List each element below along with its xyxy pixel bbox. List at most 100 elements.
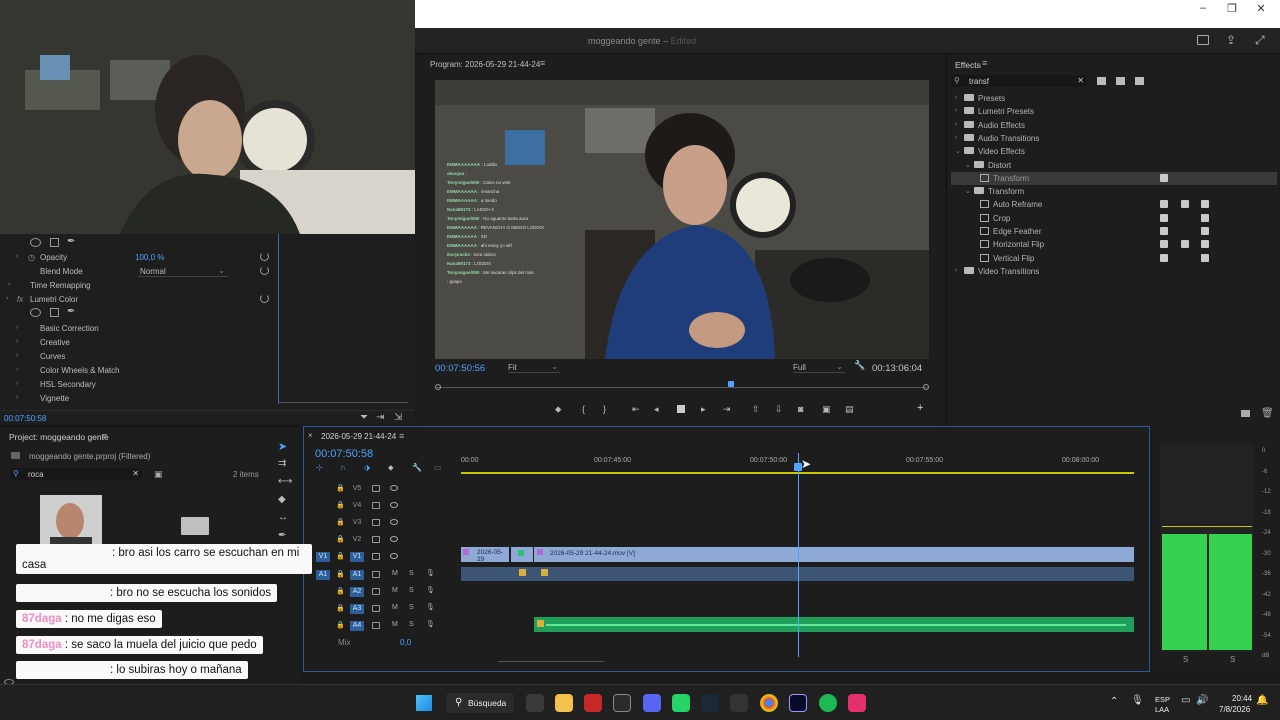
fullscreen-icon[interactable]: ⤢ bbox=[1255, 33, 1265, 48]
solo-button-left[interactable]: S bbox=[1183, 655, 1188, 664]
ellipse-mask-icon[interactable] bbox=[30, 308, 41, 317]
workspace-icon[interactable] bbox=[1197, 35, 1209, 45]
reset-icon[interactable] bbox=[260, 252, 269, 261]
tiktok-icon[interactable] bbox=[848, 694, 866, 712]
reset-icon[interactable] bbox=[260, 266, 269, 275]
app-icon[interactable] bbox=[584, 694, 602, 712]
lock-icon[interactable]: 🔒 bbox=[336, 501, 345, 509]
lock-icon[interactable]: 🔒 bbox=[336, 570, 345, 578]
mute-button[interactable]: M bbox=[392, 604, 398, 611]
add-button-icon[interactable]: + bbox=[917, 402, 923, 414]
step-forward-icon[interactable]: ▸ bbox=[701, 404, 706, 415]
safe-margins-icon[interactable]: ▤ bbox=[845, 404, 854, 415]
pen-tool-icon[interactable]: ✒ bbox=[278, 530, 286, 541]
lumetri-section[interactable]: › Basic Correction bbox=[0, 322, 275, 335]
expand-icon[interactable]: › bbox=[16, 366, 18, 373]
close-button[interactable]: ✕ bbox=[1251, 2, 1271, 16]
razor-icon[interactable]: ◆ bbox=[278, 494, 286, 505]
solo-button[interactable]: S bbox=[409, 587, 414, 594]
solo-button[interactable]: S bbox=[409, 604, 414, 611]
sync-lock-icon[interactable] bbox=[372, 553, 380, 560]
track-name[interactable]: A3 bbox=[350, 604, 364, 614]
yuv-filter-icon[interactable] bbox=[1135, 77, 1144, 85]
program-playhead[interactable] bbox=[728, 381, 735, 387]
discord-icon[interactable] bbox=[643, 694, 661, 712]
minimize-button[interactable]: – bbox=[1193, 2, 1213, 16]
sync-lock-icon[interactable] bbox=[372, 485, 380, 492]
audio-clip-a4[interactable] bbox=[534, 617, 1134, 632]
clear-search-icon[interactable]: ✕ bbox=[132, 469, 139, 478]
track-name[interactable]: V5 bbox=[350, 484, 364, 494]
project-tab[interactable]: Project: moggeando gente bbox=[9, 432, 109, 442]
effects-tree-item[interactable]: › Presets bbox=[951, 92, 1277, 105]
chevron-down-icon[interactable]: ⌄ bbox=[965, 161, 971, 169]
windows-start-icon[interactable] bbox=[416, 695, 432, 711]
lock-icon[interactable]: 🔒 bbox=[336, 621, 345, 629]
mute-button[interactable]: M bbox=[392, 621, 398, 628]
timeline-playhead[interactable] bbox=[798, 453, 799, 657]
effects-tree-item[interactable]: › Video Transitions bbox=[951, 265, 1277, 278]
lock-icon[interactable]: 🔒 bbox=[336, 604, 345, 612]
sync-lock-icon[interactable] bbox=[372, 502, 380, 509]
wrench-icon[interactable]: 🔧 bbox=[412, 463, 422, 472]
lumetri-row[interactable]: › fx Lumetri Color bbox=[0, 293, 275, 306]
epic-games-icon[interactable] bbox=[730, 694, 748, 712]
camera-icon[interactable]: ◙ bbox=[798, 404, 803, 414]
eye-icon[interactable] bbox=[390, 502, 398, 508]
export-frame-icon[interactable]: ⇲ bbox=[394, 412, 402, 423]
eye-icon[interactable] bbox=[390, 519, 398, 525]
clear-search-icon[interactable]: ✕ bbox=[1077, 76, 1084, 85]
spotify-icon[interactable] bbox=[819, 694, 837, 712]
sync-lock-icon[interactable] bbox=[372, 605, 380, 612]
comparison-icon[interactable]: ▣ bbox=[822, 404, 831, 415]
chevron-right-icon[interactable]: › bbox=[955, 94, 957, 101]
audio-track-header[interactable]: 🔒 A4 M S 🎙 bbox=[304, 618, 459, 634]
microphone-icon[interactable]: 🎙 bbox=[426, 603, 435, 611]
track-name[interactable]: A2 bbox=[350, 587, 364, 597]
lumetri-section[interactable]: › Color Wheels & Match bbox=[0, 364, 275, 377]
microphone-icon[interactable]: 🎙 bbox=[426, 586, 435, 594]
taskbar-search[interactable]: ⚲ Búsqueda bbox=[446, 693, 514, 713]
ec-scrollbar[interactable] bbox=[278, 402, 408, 403]
resolution-select[interactable]: Full ⌄ bbox=[793, 361, 845, 373]
premiere-icon[interactable] bbox=[789, 694, 807, 712]
filter-icon[interactable]: ⏷ bbox=[360, 412, 368, 423]
go-to-in-icon[interactable]: ⇤ bbox=[632, 404, 640, 415]
track-name[interactable]: V2 bbox=[350, 535, 364, 545]
snap-icon[interactable]: ∩ bbox=[340, 463, 346, 472]
program-scrubber[interactable] bbox=[435, 381, 929, 390]
sync-lock-icon[interactable] bbox=[372, 571, 380, 578]
pen-mask-icon[interactable]: ✒ bbox=[67, 306, 75, 317]
lumetri-section[interactable]: › HSL Secondary bbox=[0, 378, 275, 391]
effects-tree-item[interactable]: Crop bbox=[951, 212, 1277, 225]
video-clip[interactable] bbox=[511, 547, 533, 562]
project-search-input[interactable]: ⚲ roca ✕ bbox=[10, 468, 142, 480]
ellipse-mask-icon[interactable] bbox=[30, 238, 41, 247]
track-name[interactable]: V1 bbox=[350, 552, 364, 562]
extract-icon[interactable]: ⇩ bbox=[775, 404, 783, 415]
audio-track-header[interactable]: 🔒 A2 M S 🎙 bbox=[304, 584, 459, 600]
effects-tree-item[interactable]: ⌄ Transform bbox=[951, 185, 1277, 198]
add-marker-icon[interactable]: ⬥ bbox=[388, 463, 394, 473]
new-bin-icon[interactable] bbox=[1241, 410, 1250, 417]
volume-icon[interactable]: 🔊 bbox=[1196, 695, 1208, 706]
microphone-icon[interactable]: 🎙 bbox=[426, 620, 435, 628]
panel-menu-icon[interactable]: ≡ bbox=[102, 431, 107, 441]
video-track-header[interactable]: 🔒 V4 bbox=[304, 498, 459, 514]
track-name[interactable]: A1 bbox=[350, 570, 364, 580]
lock-icon[interactable]: 🔒 bbox=[336, 484, 345, 492]
program-monitor-title[interactable]: Program: 2026-05-29 21-44-24 bbox=[430, 60, 540, 69]
lumetri-section[interactable]: › Curves bbox=[0, 350, 275, 363]
solo-button[interactable]: S bbox=[409, 621, 414, 628]
linked-selection-icon[interactable]: ⬗ bbox=[364, 463, 370, 472]
eye-icon[interactable] bbox=[390, 536, 398, 542]
whatsapp-icon[interactable] bbox=[672, 694, 690, 712]
track-name[interactable]: A4 bbox=[350, 621, 364, 631]
panel-menu-icon[interactable]: ≡ bbox=[399, 431, 404, 441]
expand-icon[interactable]: › bbox=[16, 338, 18, 345]
share-icon[interactable]: ⇪ bbox=[1226, 33, 1236, 47]
expand-icon[interactable]: › bbox=[16, 380, 18, 387]
close-tab-icon[interactable]: × bbox=[308, 431, 313, 440]
zoom-select[interactable]: Fit ⌄ bbox=[508, 361, 560, 373]
timeline-h-scrollbar[interactable] bbox=[498, 661, 604, 662]
